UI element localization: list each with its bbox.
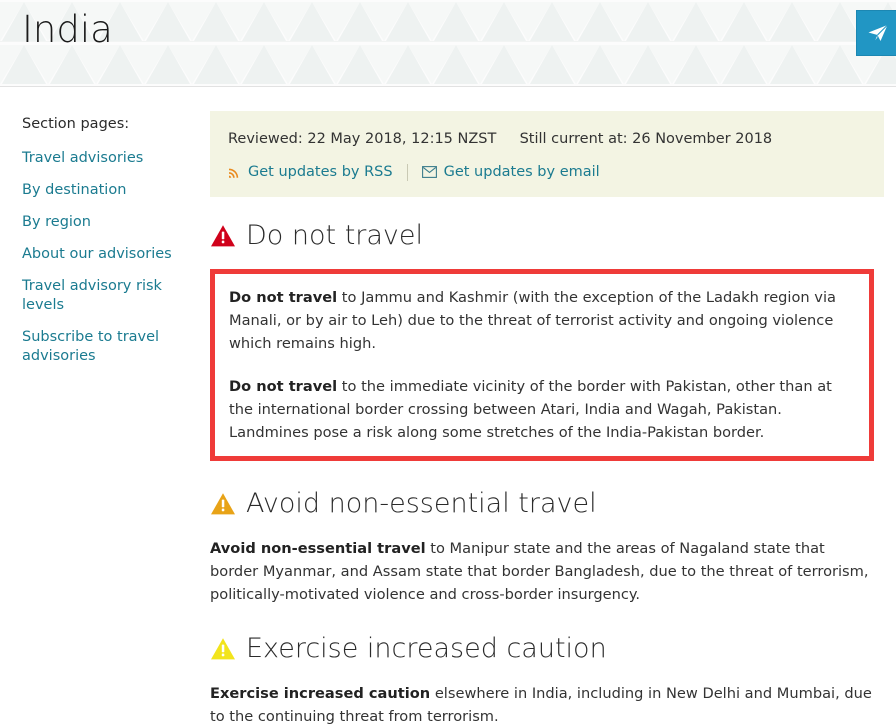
advisory-heading-label: Exercise increased caution (246, 633, 607, 664)
advisory-paragraph-lead: Do not travel (229, 378, 338, 395)
sidebar-item-travel-advisory-risk-levels[interactable]: Travel advisory risk levels (22, 277, 198, 315)
page-title: India (22, 8, 113, 51)
sidebar: Section pages: Travel advisories By dest… (0, 87, 210, 379)
sidebar-item-travel-advisories[interactable]: Travel advisories (22, 149, 198, 168)
paper-plane-icon (868, 24, 888, 41)
sidebar-heading: Section pages: (22, 116, 130, 132)
main-content: Reviewed: 22 May 2018, 12:15 NZST Still … (210, 87, 896, 728)
warning-triangle-red-icon (211, 225, 235, 247)
advisory-heading-label: Avoid non-essential travel (246, 488, 597, 519)
advisory-paragraph-lead: Do not travel (229, 289, 338, 306)
do-not-travel-box: Do not travel to Jammu and Kashmir (with… (210, 269, 874, 461)
advisory-paragraph-lead: Exercise increased caution (210, 685, 431, 702)
update-links: Get updates by RSS Get updates by email (228, 163, 866, 181)
page-body: Section pages: Travel advisories By dest… (0, 87, 896, 728)
advisory-heading-exercise-increased-caution: Exercise increased caution (210, 632, 884, 666)
review-notice: Reviewed: 22 May 2018, 12:15 NZST Still … (210, 111, 884, 197)
advisory-heading-avoid-non-essential-travel: Avoid non-essential travel (210, 487, 884, 521)
reviewed-date: Reviewed: 22 May 2018, 12:15 NZST (228, 131, 497, 147)
warning-triangle-yellow-icon (211, 638, 235, 660)
advisory-paragraph: Avoid non-essential travel to Manipur st… (210, 537, 876, 606)
link-divider (406, 163, 408, 181)
email-updates-link[interactable]: Get updates by email (421, 163, 600, 181)
sidebar-item-about-our-advisories[interactable]: About our advisories (22, 245, 198, 264)
advisory-paragraph: Do not travel to Jammu and Kashmir (with… (229, 286, 855, 355)
share-button[interactable] (856, 10, 896, 56)
header-triangle-pattern (0, 0, 896, 86)
email-updates-label: Get updates by email (443, 164, 600, 180)
sidebar-item-by-destination[interactable]: By destination (22, 181, 198, 200)
advisory-heading-do-not-travel: Do not travel (210, 219, 884, 253)
page-header: India (0, 0, 896, 87)
rss-updates-label: Get updates by RSS (248, 164, 393, 180)
rss-icon (229, 168, 239, 178)
advisory-heading-label: Do not travel (246, 220, 424, 251)
sidebar-item-by-region[interactable]: By region (22, 213, 198, 232)
envelope-icon (421, 166, 437, 178)
advisory-paragraph: Do not travel to the immediate vicinity … (229, 375, 855, 444)
advisory-paragraph-lead: Avoid non-essential travel (210, 540, 426, 557)
still-current-date: Still current at: 26 November 2018 (519, 131, 773, 147)
review-dates: Reviewed: 22 May 2018, 12:15 NZST Still … (228, 129, 866, 149)
rss-updates-link[interactable]: Get updates by RSS (228, 163, 393, 181)
sidebar-item-subscribe-to-travel-advisories[interactable]: Subscribe to travel advisories (22, 328, 198, 366)
advisory-paragraph: Exercise increased caution elsewhere in … (210, 682, 876, 728)
warning-triangle-orange-icon (211, 493, 235, 515)
